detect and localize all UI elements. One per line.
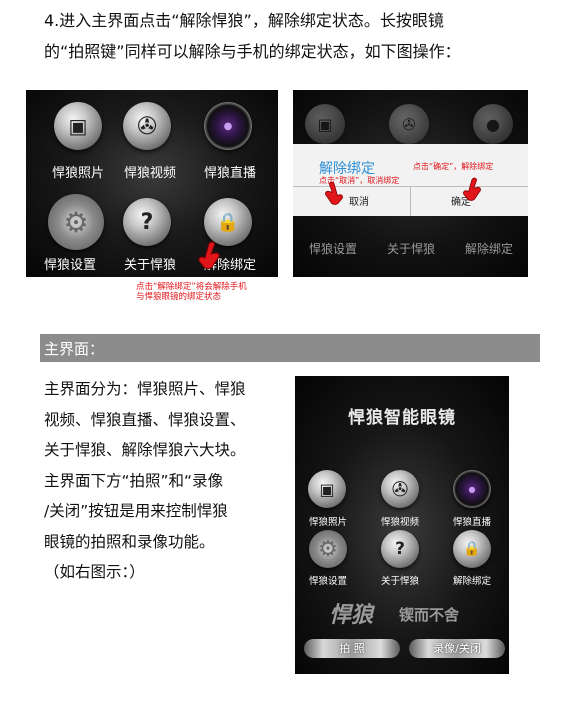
btn-label-live: 悍狼直播 <box>203 166 256 181</box>
photo-icon: ▣ <box>317 114 333 134</box>
pointing-hand-icon <box>463 177 481 201</box>
photo-button[interactable]: ▣ <box>54 102 102 150</box>
question-icon: ? <box>140 209 154 235</box>
dim-label-unbind: 解除绑定 <box>464 242 513 256</box>
video-button-dim: ✇ <box>389 104 429 144</box>
camera-lens-icon: ● <box>468 484 476 494</box>
live-button[interactable]: ● <box>453 470 491 508</box>
photo-icon: ▣ <box>68 114 88 138</box>
body-line: 主界面下方“拍照”和“录像 <box>44 471 224 490</box>
section-header: 主界面： <box>40 334 540 362</box>
live-button[interactable]: ● <box>204 102 252 150</box>
section-title: 主界面： <box>44 340 105 358</box>
photo-icon: ▣ <box>319 479 335 499</box>
unbind-button[interactable]: 🔒 <box>453 530 491 568</box>
photo-button[interactable]: ▣ <box>308 470 346 508</box>
camera-lens-icon: ● <box>486 114 500 134</box>
instruction-line-2: 的“拍照键”同样可以解除与手机的绑定状态，如下图操作： <box>44 42 461 61</box>
live-button-dim: ● <box>473 104 513 144</box>
settings-button[interactable]: ⚙ <box>48 194 104 250</box>
film-reel-icon: ✇ <box>136 112 158 140</box>
pointing-hand-icon <box>198 241 220 269</box>
btn-label-settings: 悍狼设置 <box>43 258 96 273</box>
dialog-title: 解除绑定 <box>319 161 375 177</box>
main-screen-screenshot-2: 悍狼智能眼镜 ▣ ✇ ● 悍狼照片 悍狼视频 悍狼直播 ⚙ ? 🔒 悍狼设置 关… <box>295 376 509 674</box>
body-line: 眼镜的拍照和录像功能。 <box>44 532 215 551</box>
btn-label-settings: 悍狼设置 <box>308 576 347 587</box>
btn-label-videos: 悍狼视频 <box>123 166 176 181</box>
lock-icon: 🔒 <box>463 541 481 557</box>
dim-label-settings: 悍狼设置 <box>308 242 357 256</box>
btn-label-photos: 悍狼照片 <box>51 166 104 181</box>
main-screen-screenshot-1: ▣ ✇ ● 悍狼照片 悍狼视频 悍狼直播 ⚙ ? 🔒 悍狼设置 关于悍狼 解除绑… <box>26 90 278 277</box>
brand-logo-text: 悍狼 <box>329 603 374 628</box>
unbind-button[interactable]: 🔒 <box>204 198 252 246</box>
photo-capture-button[interactable]: 拍 照 <box>304 639 400 658</box>
question-icon: ? <box>395 539 405 559</box>
gear-icon: ⚙ <box>63 205 89 239</box>
gear-icon: ⚙ <box>318 536 338 562</box>
body-line: （如右图示：） <box>44 563 145 581</box>
pointing-hand-icon <box>325 181 343 205</box>
btn-label-unbind: 解除绑定 <box>452 576 491 587</box>
camera-lens-icon: ● <box>223 120 233 132</box>
brand-slogan: 锲而不舍 <box>399 606 460 624</box>
cancel-button[interactable]: 取消 <box>349 193 369 208</box>
about-button[interactable]: ? <box>381 530 419 568</box>
body-line: /关闭”按钮是用来控制悍狼 <box>44 502 228 520</box>
body-line: 视频、悍狼直播、悍狼设置、 <box>44 410 246 429</box>
screen1-annotation: 点击“解除绑定”将会解除手机 与悍狼眼镜的绑定状态 <box>136 282 247 302</box>
screen1-annotation-line2: 与悍狼眼镜的绑定状态 <box>136 292 222 302</box>
btn-label-live: 悍狼直播 <box>452 517 491 528</box>
photo-button-dim: ▣ <box>305 104 345 144</box>
btn-label-videos: 悍狼视频 <box>380 517 419 528</box>
btn-label-photos: 悍狼照片 <box>308 517 347 528</box>
main-screen-description: 主界面分为：悍狼照片、悍狼 视频、悍狼直播、悍狼设置、 关于悍狼、解除悍狼六大块… <box>44 374 284 588</box>
btn-label-about: 关于悍狼 <box>380 576 419 587</box>
record-toggle-button[interactable]: 录像/关闭 <box>409 639 505 658</box>
film-reel-icon: ✇ <box>402 114 416 134</box>
video-button[interactable]: ✇ <box>123 102 171 150</box>
dialog-button-separator <box>410 187 411 216</box>
settings-button[interactable]: ⚙ <box>309 530 347 568</box>
instruction-line-1: 4.进入主界面点击“解除悍狼”，解除绑定状态。长按眼镜 <box>44 11 444 30</box>
dim-label-about: 关于悍狼 <box>386 242 435 256</box>
lock-icon: 🔒 <box>216 211 240 233</box>
unbind-dialog-screenshot: ▣ ✇ ● 解除绑定 点击“确定”，解除绑定 点击“取消”，取消绑定 取消 确定… <box>293 90 528 277</box>
film-reel-icon: ✇ <box>391 477 409 501</box>
video-button[interactable]: ✇ <box>381 470 419 508</box>
screen1-annotation-line1: 点击“解除绑定”将会解除手机 <box>136 282 247 292</box>
app-title: 悍狼智能眼镜 <box>348 408 456 428</box>
confirm-note: 点击“确定”，解除绑定 <box>413 162 494 171</box>
about-button[interactable]: ? <box>123 198 171 246</box>
unbind-dialog: 解除绑定 点击“确定”，解除绑定 点击“取消”，取消绑定 取消 确定 <box>293 144 528 216</box>
body-line: 主界面分为：悍狼照片、悍狼 <box>44 380 246 398</box>
btn-label-about: 关于悍狼 <box>123 258 176 273</box>
body-line: 关于悍狼、解除悍狼六大块。 <box>44 441 246 459</box>
